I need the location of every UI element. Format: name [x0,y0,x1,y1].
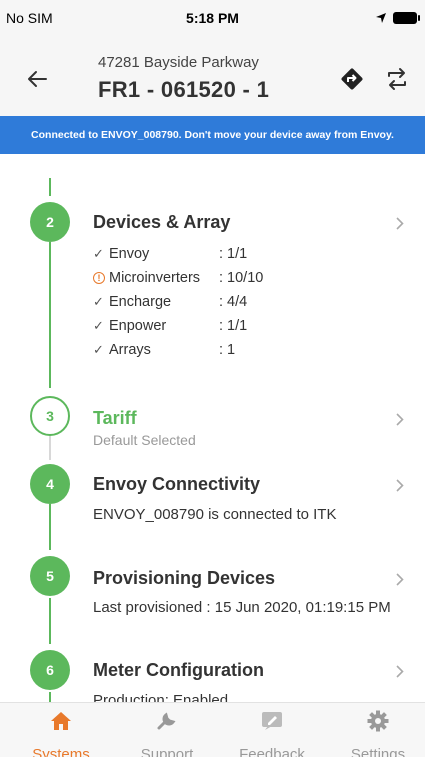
tab-label: Settings [350,746,406,757]
connector-line [49,436,51,460]
device-count: : 1/1 [219,246,248,262]
swap-icon [388,68,406,90]
tab-systems[interactable]: Systems [16,709,106,757]
site-address: 47281 Bayside Parkway [98,54,259,71]
connection-banner-text: Connected to ENVOY_008790. Don't move yo… [31,129,394,141]
step-title: Envoy Connectivity [93,474,261,494]
connector-line [49,692,51,702]
step-subtitle: ENVOY_008790 is connected to ITK [93,506,337,523]
check-icon: ✓ [93,342,104,357]
device-name: Envoy [109,246,150,262]
connector-line [49,504,51,550]
tab-feedback[interactable]: Feedback [227,709,317,757]
step-title: Provisioning Devices [93,568,276,588]
step-number-badge: 2 [30,202,70,242]
feedback-icon [227,709,317,733]
back-arrow-icon [28,71,47,87]
step-subtitle: Production: Enabled [93,692,229,702]
status-bar: No SIM 5:18 PM [0,0,425,40]
step-subtitle: Default Selected [93,432,196,448]
chevron-right-icon [393,412,407,426]
device-name: Microinverters [109,270,201,286]
step-title: Devices & Array [93,212,231,232]
steps-list[interactable]: 2 Devices & Array ✓ Envoy : 1/1 ! Microi… [0,154,425,702]
device-row-microinverters: ! Microinverters : 10/10 [93,270,263,286]
battery-icon [393,12,420,24]
location-arrow-icon [376,13,386,23]
directions-icon [341,68,363,90]
warning-icon: ! [93,272,105,284]
step-title: Tariff [93,408,137,428]
step-number-badge: 5 [30,556,70,596]
directions-button[interactable] [337,64,367,94]
back-button[interactable] [20,62,54,96]
check-icon: ✓ [93,294,104,309]
step-number-badge: 4 [30,464,70,504]
step-subtitle: Last provisioned : 15 Jun 2020, 01:19:15… [93,599,391,616]
step-title: Meter Configuration [93,660,264,680]
device-count: : 10/10 [219,270,264,286]
page-title: FR1 - 061520 - 1 [98,77,270,102]
home-icon [16,709,106,733]
connector-line [49,178,51,196]
chevron-right-icon [393,664,407,678]
device-name: Enpower [109,318,167,334]
tab-settings[interactable]: Settings [333,709,423,757]
swap-button[interactable] [382,64,412,94]
clock-label: 5:18 PM [186,10,239,26]
device-count: : 1/1 [219,318,248,334]
gear-icon [333,709,423,733]
chevron-right-icon [393,572,407,586]
chevron-right-icon [393,478,407,492]
tab-label: Feedback [239,746,305,757]
device-count: : 4/4 [219,294,248,310]
tab-bar: Systems Support Feedback Settings [0,702,425,757]
chevron-right-icon [393,216,407,230]
check-icon: ✓ [93,246,104,261]
device-row-enpower: ✓ Enpower : 1/1 [93,318,247,334]
device-row-arrays: ✓ Arrays : 1 [93,342,235,358]
header: 47281 Bayside Parkway FR1 - 061520 - 1 [0,40,425,116]
check-icon: ✓ [93,318,104,333]
tab-label: Support [140,746,194,757]
device-row-envoy: ✓ Envoy : 1/1 [93,246,247,262]
device-name: Arrays [109,342,151,358]
connector-line [49,242,51,388]
connector-line [49,598,51,644]
device-name: Encharge [109,294,172,310]
device-count: : 1 [219,342,236,358]
status-indicators [375,10,420,26]
step-number-badge: 6 [30,650,70,690]
tab-label: Systems [32,746,90,757]
tab-support[interactable]: Support [122,709,212,757]
wrench-icon [122,709,212,733]
device-row-encharge: ✓ Encharge : 4/4 [93,294,247,310]
step-number-badge: 3 [30,396,70,436]
connection-banner: Connected to ENVOY_008790. Don't move yo… [0,116,425,154]
